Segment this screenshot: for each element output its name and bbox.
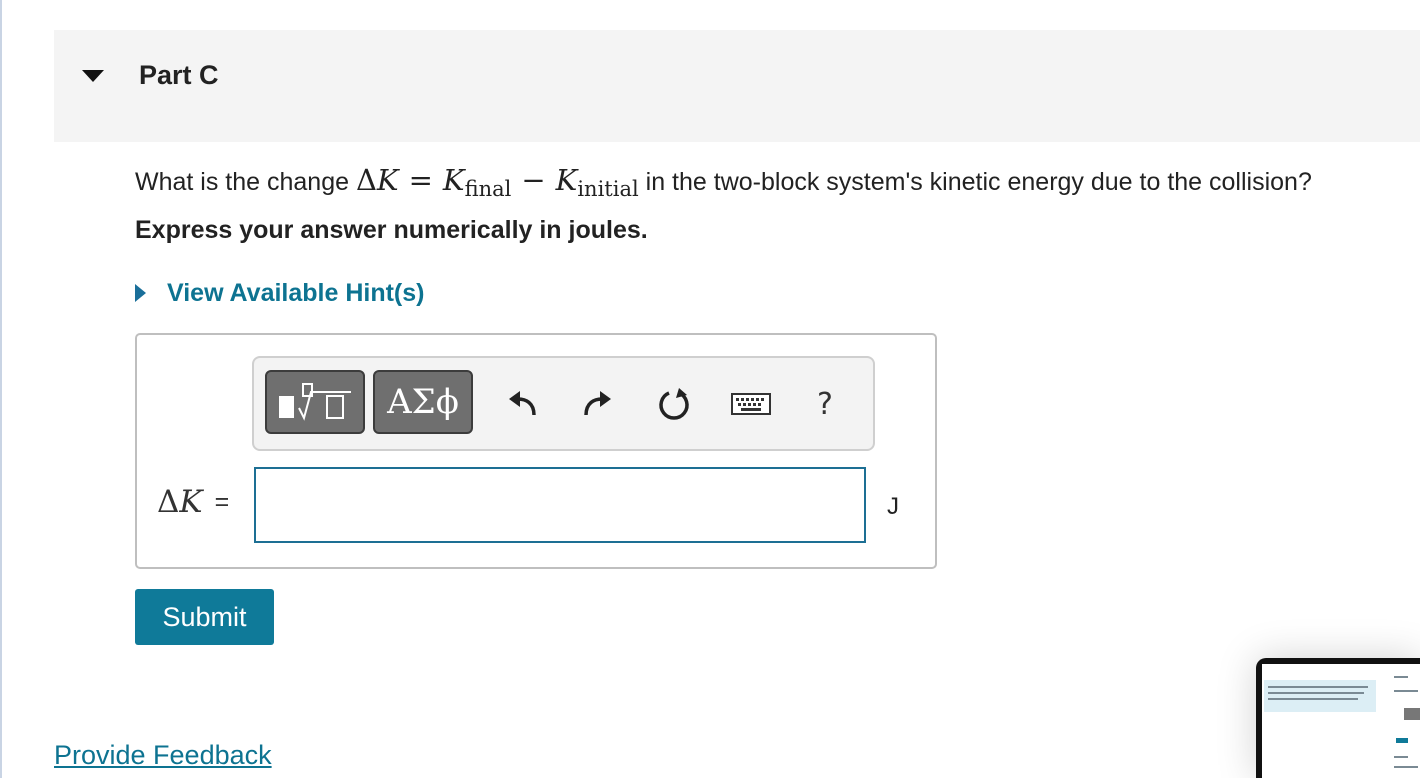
- undo-button[interactable]: [500, 382, 544, 426]
- label-delta: Δ: [157, 484, 180, 520]
- question-suffix: in the two-block system's kinetic energy…: [638, 168, 1312, 196]
- initial-subscript: initial: [577, 177, 639, 201]
- keyboard-button[interactable]: [729, 382, 773, 426]
- greek-button[interactable]: ΑΣϕ: [373, 370, 473, 434]
- question-prefix: What is the change: [135, 168, 356, 196]
- thumbnail-line: [1394, 766, 1418, 768]
- equals-sign: =: [408, 163, 433, 197]
- thumbnail-line: [1268, 686, 1368, 688]
- thumbnail-line: [1268, 692, 1364, 694]
- page-left-border: [0, 0, 2, 778]
- thumbnail-line: [1394, 676, 1408, 678]
- answer-instruction: Express your answer numerically in joule…: [135, 216, 648, 244]
- thumbnail-button: [1396, 738, 1408, 743]
- minus-sign: −: [521, 163, 546, 197]
- thumbnail-panel: [1264, 680, 1376, 712]
- k-symbol: K: [376, 163, 399, 197]
- undo-icon: [509, 391, 536, 416]
- question-formula: ΔK = Kfinal − Kinitial: [355, 163, 639, 201]
- question-text: What is the change ΔK = Kfinal − Kinitial in…: [135, 160, 1312, 203]
- hint-toggle[interactable]: View Available Hint(s): [135, 277, 424, 309]
- reset-icon: [659, 388, 689, 420]
- hint-caret-icon[interactable]: [135, 284, 146, 302]
- reset-button[interactable]: [652, 382, 696, 426]
- redo-icon: [584, 391, 611, 416]
- thumbnail-line: [1394, 756, 1408, 758]
- help-button[interactable]: ?: [803, 382, 847, 426]
- templates-button[interactable]: [265, 370, 365, 434]
- label-equals: =: [214, 488, 230, 516]
- answer-label: ΔK =: [157, 484, 229, 520]
- final-subscript: final: [464, 177, 512, 201]
- templates-icon: [279, 383, 351, 421]
- delta-symbol: Δ: [355, 163, 377, 197]
- hint-link[interactable]: View Available Hint(s): [167, 279, 424, 308]
- submit-button[interactable]: Submit: [135, 589, 274, 645]
- thumbnail-line: [1394, 690, 1418, 692]
- answer-input[interactable]: [254, 467, 866, 543]
- thumbnail-line: [1268, 698, 1358, 700]
- k-initial-symbol: K: [555, 163, 578, 197]
- keyboard-icon: [731, 393, 771, 415]
- provide-feedback-link[interactable]: Provide Feedback: [54, 740, 272, 771]
- help-icon: ?: [817, 386, 833, 422]
- part-header[interactable]: [54, 30, 1420, 142]
- greek-icon: ΑΣϕ: [387, 382, 459, 422]
- redo-button[interactable]: [576, 382, 620, 426]
- collapse-caret-icon[interactable]: [82, 70, 104, 82]
- thumbnail-box: [1404, 708, 1420, 720]
- part-title: Part C: [139, 60, 219, 90]
- answer-unit: J: [887, 493, 899, 520]
- k-final-symbol: K: [442, 163, 465, 197]
- label-k: K: [179, 484, 203, 520]
